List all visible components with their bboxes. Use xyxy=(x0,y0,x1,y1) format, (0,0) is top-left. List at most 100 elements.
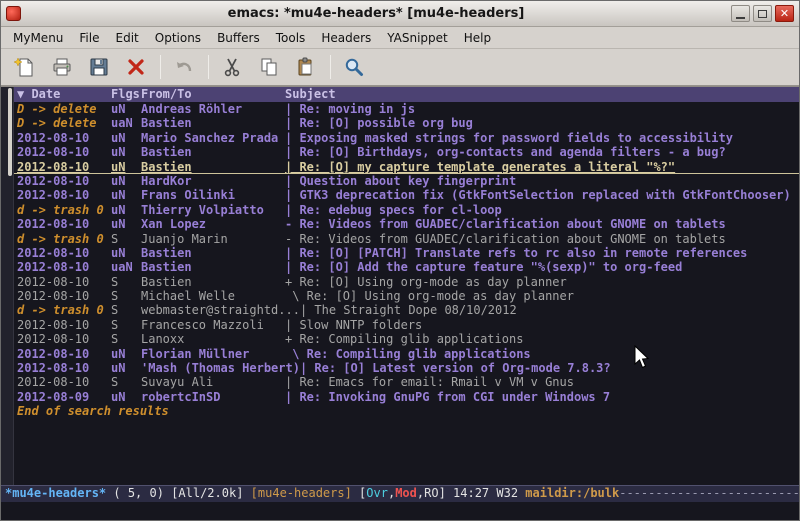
message-row[interactable]: 2012-08-09uNrobertcInSD| Re: Invoking Gn… xyxy=(14,390,799,404)
paste-button[interactable] xyxy=(290,52,322,82)
message-row[interactable]: 2012-08-10SLanoxx+ Re: Compiling glib ap… xyxy=(14,332,799,346)
new-file-icon xyxy=(14,56,36,78)
message-flags: uN xyxy=(111,174,141,188)
menu-edit[interactable]: Edit xyxy=(108,29,147,47)
message-from: Lanoxx xyxy=(141,332,285,346)
emacs-window: emacs: *mu4e-headers* [mu4e-headers] ✕ M… xyxy=(0,0,800,521)
message-from: Bastien xyxy=(141,246,285,260)
message-row[interactable]: 2012-08-10SBastien+ Re: [O] Using org-mo… xyxy=(14,275,799,289)
message-row[interactable]: D -> deleteuaNBastien| Re: [O] possible … xyxy=(14,116,799,130)
message-row[interactable]: d -> trash 0Swebmaster@straightd...| The… xyxy=(14,303,799,317)
minimize-button[interactable] xyxy=(731,5,750,22)
message-subject: | Re: Emacs for email: Rmail v VM v Gnus xyxy=(285,375,799,389)
message-row[interactable]: d -> trash 0uNThierry Volpiatto| Re: ede… xyxy=(14,203,799,217)
message-flags: uN xyxy=(111,160,141,173)
new-file-button[interactable] xyxy=(9,52,41,82)
message-date: 2012-08-10 xyxy=(17,217,111,231)
message-date: D -> delete xyxy=(17,102,111,116)
close-icon: ✕ xyxy=(780,8,789,19)
save-icon xyxy=(88,56,110,78)
copy-button[interactable] xyxy=(253,52,285,82)
cut-button[interactable] xyxy=(216,52,248,82)
column-header-from[interactable]: From/To xyxy=(141,87,285,102)
search-button[interactable] xyxy=(338,52,370,82)
modeline-readonly: RO xyxy=(424,486,438,500)
message-flags: uN xyxy=(111,145,141,159)
message-row[interactable]: 2012-08-10uaNBastien| Re: [O] Add the ca… xyxy=(14,260,799,274)
message-row[interactable]: 2012-08-10uNBastien| Re: [O] my capture … xyxy=(14,160,799,174)
scrollbar-thumb[interactable] xyxy=(8,88,12,176)
message-from: Bastien xyxy=(141,145,285,159)
message-subject: \ Re: [O] Using org-mode as day planner xyxy=(285,289,799,303)
message-flags: S xyxy=(111,332,141,346)
message-subject: | GTK3 deprecation fix (GtkFontSelection… xyxy=(285,188,799,202)
message-from: 'Mash (Thomas Herbert) xyxy=(141,361,300,375)
message-subject: | Re: Invoking GnuPG from CGI under Wind… xyxy=(285,390,799,404)
message-flags: uN xyxy=(111,102,141,116)
menu-headers[interactable]: Headers xyxy=(313,29,379,47)
menu-file[interactable]: File xyxy=(71,29,107,47)
minibuffer xyxy=(1,502,799,520)
undo-button[interactable] xyxy=(168,52,200,82)
menu-yasnippet[interactable]: YASnippet xyxy=(379,29,456,47)
menu-help[interactable]: Help xyxy=(456,29,499,47)
message-from: Juanjo Marin xyxy=(141,232,285,246)
message-row[interactable]: 2012-08-10uNFlorian Müllner \ Re: Compil… xyxy=(14,347,799,361)
maximize-button[interactable] xyxy=(753,5,772,22)
message-row[interactable]: 2012-08-10uNFrans Oilinki| GTK3 deprecat… xyxy=(14,188,799,202)
message-date: 2012-08-10 xyxy=(17,246,111,260)
menu-mymenu[interactable]: MyMenu xyxy=(5,29,71,47)
message-row[interactable]: 2012-08-10uNMario Sanchez Prada| Exposin… xyxy=(14,131,799,145)
message-flags: uN xyxy=(111,188,141,202)
message-flags: S xyxy=(111,232,141,246)
message-flags: S xyxy=(111,318,141,332)
message-from: Thierry Volpiatto xyxy=(141,203,285,217)
message-flags: uN xyxy=(111,217,141,231)
message-date: 2012-08-10 xyxy=(17,260,111,274)
message-subject: | Re: [O] [PATCH] Translate refs to rc a… xyxy=(285,246,799,260)
message-row[interactable]: 2012-08-10uN'Mash (Thomas Herbert)| Re: … xyxy=(14,361,799,375)
toolbar-separator xyxy=(330,55,331,79)
message-row[interactable]: D -> deleteuNAndreas Röhler| Re: moving … xyxy=(14,102,799,116)
column-header-date[interactable]: ▼ Date xyxy=(17,87,111,102)
message-subject: + Re: [O] Using org-mode as day planner xyxy=(285,275,799,289)
menu-options[interactable]: Options xyxy=(147,29,209,47)
message-row[interactable]: 2012-08-10uNBastien| Re: [O] [PATCH] Tra… xyxy=(14,246,799,260)
column-header-flags[interactable]: Flgs xyxy=(111,87,141,102)
menu-tools[interactable]: Tools xyxy=(268,29,314,47)
message-row[interactable]: 2012-08-10SFrancesco Mazzoli| Slow NNTP … xyxy=(14,318,799,332)
message-date: 2012-08-10 xyxy=(17,145,111,159)
message-subject: | Re: [O] my capture template generates … xyxy=(285,160,799,173)
message-flags: S xyxy=(111,375,141,389)
close-button[interactable]: ✕ xyxy=(775,5,794,22)
message-from: Michael Welle xyxy=(141,289,285,303)
message-subject: | Slow NNTP folders xyxy=(285,318,799,332)
print-button[interactable] xyxy=(46,52,78,82)
message-from: Bastien xyxy=(141,116,285,130)
menu-buffers[interactable]: Buffers xyxy=(209,29,268,47)
message-from: Mario Sanchez Prada xyxy=(141,131,285,145)
message-row[interactable]: 2012-08-10SSuvayu Ali| Re: Emacs for ema… xyxy=(14,375,799,389)
cut-icon xyxy=(221,56,243,78)
column-header-subject[interactable]: Subject xyxy=(285,87,799,102)
message-subject: - Re: Videos from GUADEC/clarification a… xyxy=(285,217,799,231)
modeline-position: ( 5, 0) xyxy=(106,486,171,500)
message-row[interactable]: 2012-08-10uNXan Lopez- Re: Videos from G… xyxy=(14,217,799,231)
message-row[interactable]: d -> trash 0SJuanjo Marin- Re: Videos fr… xyxy=(14,232,799,246)
message-from: Frans Oilinki xyxy=(141,188,285,202)
message-flags: uN xyxy=(111,361,141,375)
message-row[interactable]: 2012-08-10uNBastien| Re: [O] Birthdays, … xyxy=(14,145,799,159)
message-flags: S xyxy=(111,303,141,317)
scrollbar[interactable] xyxy=(1,87,14,485)
message-from: Francesco Mazzoli xyxy=(141,318,285,332)
paste-icon xyxy=(295,56,317,78)
close-file-button[interactable] xyxy=(120,52,152,82)
message-date: 2012-08-10 xyxy=(17,174,111,188)
message-from: Suvayu Ali xyxy=(141,375,285,389)
message-row[interactable]: 2012-08-10uNHardKor| Question about key … xyxy=(14,174,799,188)
message-row[interactable]: 2012-08-10SMichael Welle \ Re: [O] Using… xyxy=(14,289,799,303)
message-from: Florian Müllner xyxy=(141,347,285,361)
message-subject: - Re: Videos from GUADEC/clarification a… xyxy=(285,232,799,246)
message-from: webmaster@straightd... xyxy=(141,303,300,317)
save-button[interactable] xyxy=(83,52,115,82)
